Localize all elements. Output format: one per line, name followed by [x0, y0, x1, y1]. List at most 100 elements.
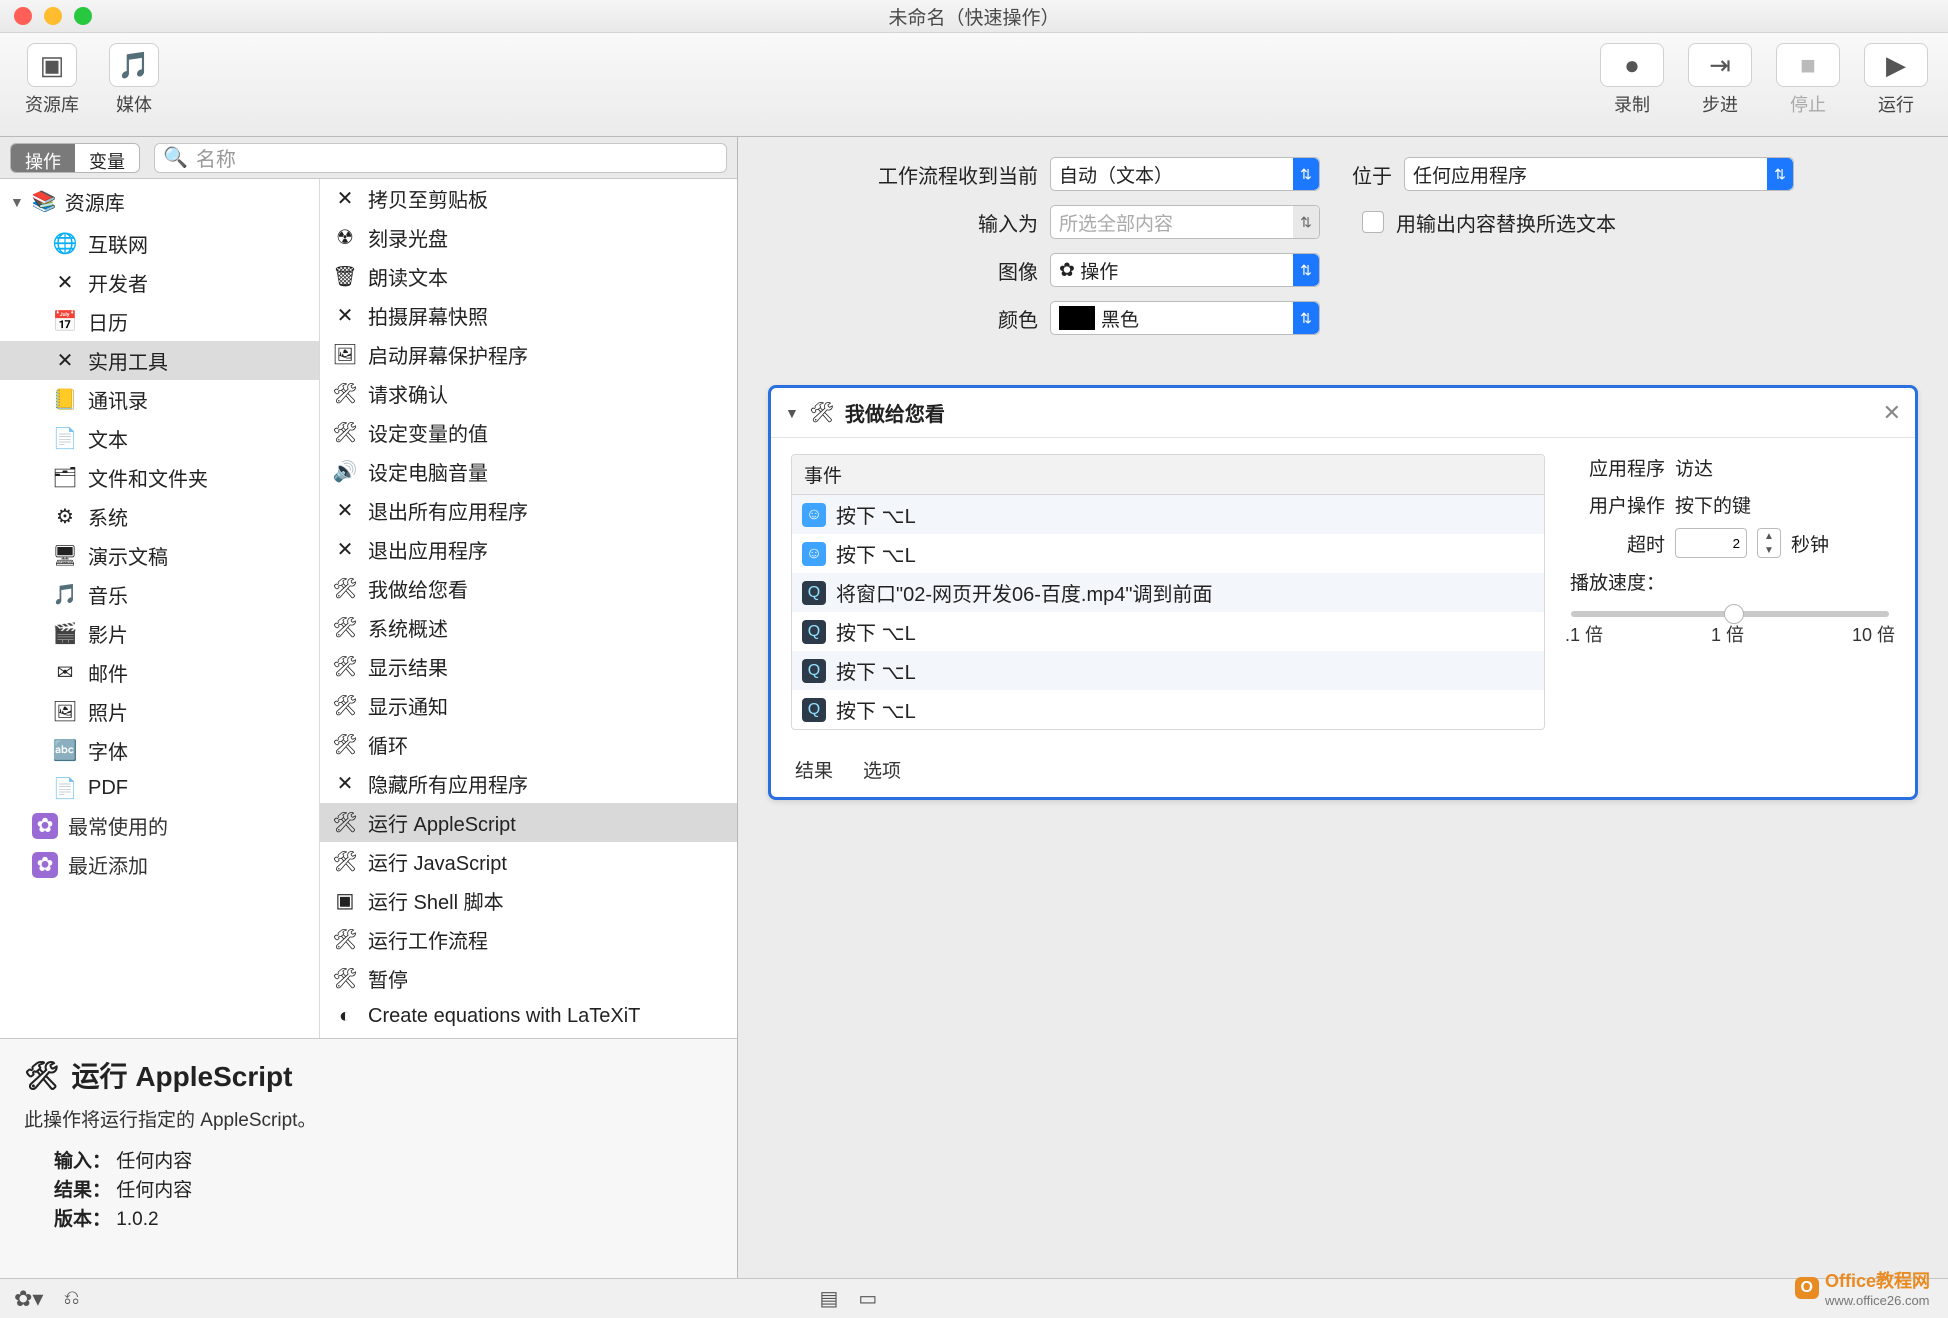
action-item[interactable]: 🗑朗读文本	[320, 257, 737, 296]
category-item[interactable]: 📅日历	[0, 302, 319, 341]
flow-icon[interactable]: ⎌	[63, 1287, 79, 1310]
cfg-color-select[interactable]: 黑色⇅	[1050, 301, 1320, 335]
category-item[interactable]: 🔤字体	[0, 731, 319, 770]
action-item[interactable]: 🛠运行工作流程	[320, 920, 737, 959]
search-input[interactable]: 🔍 名称	[154, 143, 727, 173]
category-item[interactable]: 🗂文件和文件夹	[0, 458, 319, 497]
action-item[interactable]: 🛠设定变量的值	[320, 413, 737, 452]
action-item[interactable]: 🛠系统概述	[320, 608, 737, 647]
search-placeholder: 名称	[196, 143, 236, 172]
action-icon: ▣	[332, 888, 358, 914]
close-action-icon[interactable]: ✕	[1883, 400, 1901, 426]
action-icon: 🛠	[332, 810, 358, 836]
action-item[interactable]: 🔊设定电脑音量	[320, 452, 737, 491]
action-item[interactable]: ▣运行 Shell 脚本	[320, 881, 737, 920]
event-row[interactable]: Q按下 ⌥L	[792, 690, 1544, 729]
minimize-window-icon[interactable]	[44, 7, 62, 25]
tab-variables[interactable]: 变量	[75, 144, 139, 172]
action-item[interactable]: ✕拷贝至剪贴板	[320, 179, 737, 218]
category-item[interactable]: 📄PDF	[0, 770, 319, 806]
smart-folder-item[interactable]: ✿最常使用的	[0, 806, 319, 845]
event-row[interactable]: Q按下 ⌥L	[792, 651, 1544, 690]
window-title: 未命名（快速操作）	[888, 3, 1059, 30]
cfg-receives-select[interactable]: 自动（文本）⇅	[1050, 157, 1320, 191]
action-label: 设定电脑音量	[368, 457, 488, 486]
event-row[interactable]: Q将窗口"02-网页开发06-百度.mp4"调到前面	[792, 573, 1544, 612]
category-item[interactable]: 🎬影片	[0, 614, 319, 653]
step-label: 步进	[1702, 91, 1738, 117]
media-button[interactable]: 🎵 媒体	[96, 43, 172, 117]
step-button[interactable]: ⇥ 步进	[1682, 43, 1758, 117]
action-item[interactable]: 🛠我做给您看	[320, 569, 737, 608]
category-item[interactable]: ✉邮件	[0, 653, 319, 692]
category-item[interactable]: ⚙系统	[0, 497, 319, 536]
speed-slider[interactable]: .1 倍 1 倍 10 倍	[1565, 611, 1895, 647]
stop-button[interactable]: ■ 停止	[1770, 43, 1846, 117]
smart-folder-item[interactable]: ✿最近添加	[0, 845, 319, 884]
timeout-stepper[interactable]: ▲▼	[1757, 528, 1781, 558]
category-item[interactable]: 🖼照片	[0, 692, 319, 731]
action-item[interactable]: 🛠 运行 AppleScript	[320, 803, 737, 842]
event-text: 按下 ⌥L	[836, 695, 916, 724]
library-button[interactable]: ▣ 资源库	[14, 43, 90, 117]
action-item[interactable]: 🛠请求确认	[320, 374, 737, 413]
category-item[interactable]: 📄文本	[0, 419, 319, 458]
action-label: 运行 AppleScript	[368, 808, 516, 837]
category-item[interactable]: 🎵音乐	[0, 575, 319, 614]
cfg-image-select[interactable]: ✿ 操作⇅	[1050, 253, 1320, 287]
cfg-in-label: 位于	[1332, 160, 1392, 189]
category-item[interactable]: ✕开发者	[0, 263, 319, 302]
close-window-icon[interactable]	[14, 7, 32, 25]
library-root[interactable]: ▼ 📚 资源库	[0, 179, 319, 224]
action-tab-options[interactable]: 选项	[863, 756, 901, 783]
action-item[interactable]: 🖼启动屏幕保护程序	[320, 335, 737, 374]
zoom-window-icon[interactable]	[74, 7, 92, 25]
status-bar: ✿▾ ⎌ ▤ ▭	[0, 1278, 1948, 1318]
view-grid-icon[interactable]: ▭	[858, 1286, 877, 1311]
description-subtitle: 此操作将运行指定的 AppleScript。	[24, 1105, 713, 1132]
action-properties: 应用程序访达 用户操作按下的键 超时 ▲▼ 秒钟 播放速度： .1 倍	[1565, 454, 1895, 730]
event-row[interactable]: Q按下 ⌥L	[792, 612, 1544, 651]
action-item[interactable]: ◐Create equations with LaTeXiT	[320, 998, 737, 1034]
action-item[interactable]: ☢刻录光盘	[320, 218, 737, 257]
slider-thumb[interactable]	[1724, 604, 1744, 624]
library-tabrow: 操作 变量 🔍 名称	[0, 137, 737, 179]
category-item[interactable]: 🖥演示文稿	[0, 536, 319, 575]
event-row[interactable]: ☺按下 ⌥L	[792, 495, 1544, 534]
smart-folder-label: 最近添加	[68, 850, 148, 879]
library-tabs: 操作 变量	[10, 143, 140, 173]
category-item[interactable]: 🌐互联网	[0, 224, 319, 263]
applescript-icon: 🛠	[24, 1059, 60, 1092]
finder-icon: ☺	[802, 503, 826, 527]
watermark-brand: Office教程网	[1825, 1271, 1930, 1291]
disclosure-triangle-icon[interactable]: ▼	[785, 405, 799, 421]
timeout-input[interactable]	[1675, 528, 1747, 558]
action-item[interactable]: ✕隐藏所有应用程序	[320, 764, 737, 803]
action-tab-result[interactable]: 结果	[795, 756, 833, 783]
action-item[interactable]: 🛠显示通知	[320, 686, 737, 725]
action-icon: 🛠	[332, 849, 358, 875]
action-item[interactable]: 🛠显示结果	[320, 647, 737, 686]
quicktime-icon: Q	[802, 659, 826, 683]
gear-icon[interactable]: ✿▾	[14, 1286, 43, 1312]
view-list-icon[interactable]: ▤	[819, 1286, 838, 1311]
action-item[interactable]: ✕退出所有应用程序	[320, 491, 737, 530]
category-icon: 🗂	[52, 465, 78, 491]
action-label: 刻录光盘	[368, 223, 448, 252]
category-item[interactable]: 📒通讯录	[0, 380, 319, 419]
disclosure-triangle-icon[interactable]: ▼	[10, 194, 24, 210]
category-item[interactable]: ✕实用工具	[0, 341, 319, 380]
app-value: 访达	[1675, 454, 1713, 481]
cfg-inputas-select[interactable]: 所选全部内容⇅	[1050, 205, 1320, 239]
cfg-replace-checkbox[interactable]	[1362, 211, 1384, 233]
event-row[interactable]: ☺按下 ⌥L	[792, 534, 1544, 573]
action-item[interactable]: ✕拍摄屏幕快照	[320, 296, 737, 335]
action-item[interactable]: 🛠循环	[320, 725, 737, 764]
tab-actions[interactable]: 操作	[11, 144, 75, 172]
record-button[interactable]: ● 录制	[1594, 43, 1670, 117]
action-item[interactable]: ✕退出应用程序	[320, 530, 737, 569]
run-button[interactable]: ▶ 运行	[1858, 43, 1934, 117]
cfg-in-select[interactable]: 任何应用程序⇅	[1404, 157, 1794, 191]
action-item[interactable]: 🛠暂停	[320, 959, 737, 998]
action-item[interactable]: 🛠运行 JavaScript	[320, 842, 737, 881]
